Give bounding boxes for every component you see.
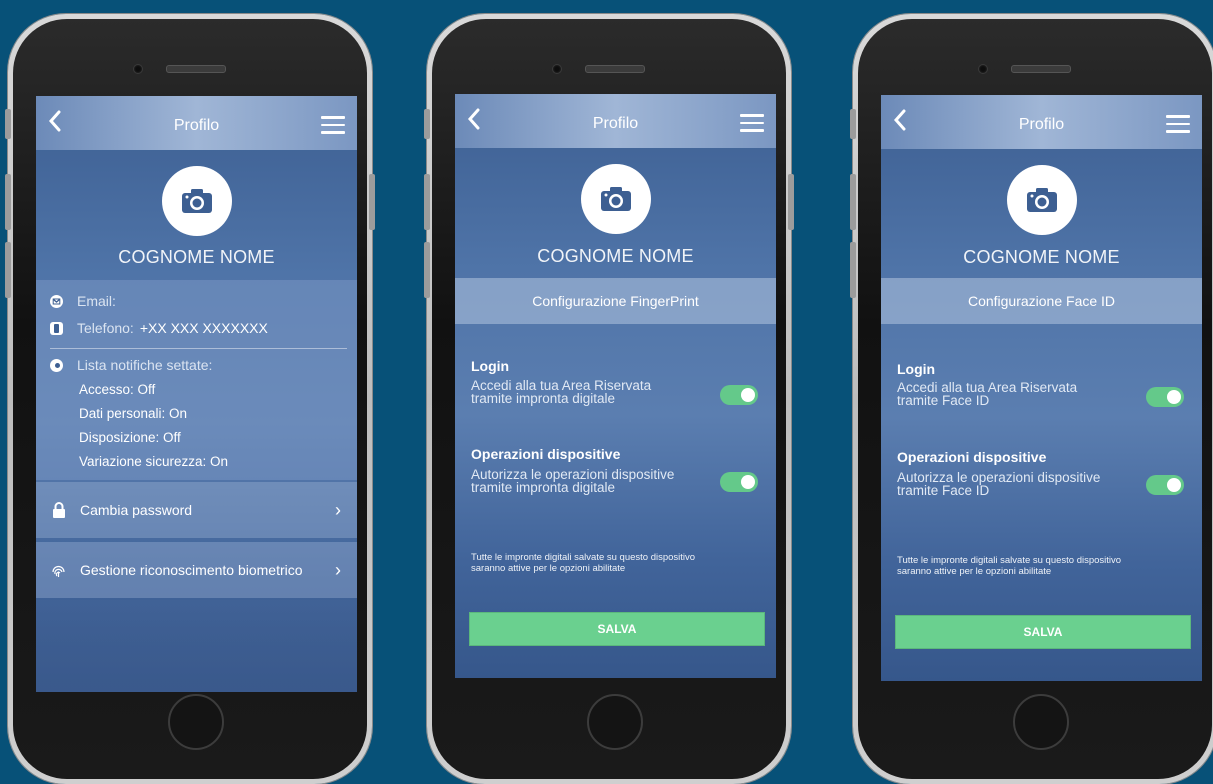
login-toggle[interactable]	[1146, 387, 1184, 407]
fingerprint-screen: Profilo COGNOME NOME Configurazione Fing…	[455, 94, 776, 678]
front-camera	[552, 64, 562, 74]
speaker-grille	[1011, 65, 1071, 73]
lock-icon	[53, 502, 65, 518]
home-button[interactable]	[587, 694, 643, 750]
save-button[interactable]: SALVA	[895, 615, 1191, 649]
notifications-row: Lista notifiche settate:	[50, 357, 212, 373]
speaker-grille	[585, 65, 645, 73]
user-name: COGNOME NOME	[537, 246, 694, 266]
biometric-label: Gestione riconoscimento biometrico	[80, 562, 303, 578]
operations-title: Operazioni dispositive	[471, 446, 621, 462]
toggle-icon	[50, 358, 63, 372]
top-bar: Profilo	[881, 95, 1202, 149]
page-title: Profilo	[173, 117, 220, 134]
fingerprint-icon	[52, 565, 65, 577]
envelope-icon	[50, 294, 63, 308]
avatar-camera-button[interactable]	[162, 166, 232, 236]
notification-item: Accesso: Off	[79, 382, 156, 397]
chevron-right-icon: ›	[335, 559, 341, 580]
login-title: Login	[897, 361, 936, 377]
page-title: Profilo	[1018, 116, 1065, 133]
info-panel	[36, 280, 357, 480]
notification-item: Disposizione: Off	[79, 430, 181, 445]
operations-toggle[interactable]	[720, 472, 758, 492]
operations-toggle[interactable]	[1146, 475, 1184, 495]
speaker-grille	[166, 65, 226, 73]
home-button[interactable]	[1013, 694, 1069, 750]
email-row: Email:	[50, 293, 116, 309]
menu-icon[interactable]	[740, 114, 764, 132]
avatar-camera-button[interactable]	[581, 164, 651, 234]
front-camera	[978, 64, 988, 74]
info-note: Tutte le impronte digitali salvate su qu…	[471, 552, 696, 574]
top-bar: Profilo	[455, 94, 776, 148]
user-name: COGNOME NOME	[963, 247, 1120, 267]
camera-icon	[182, 189, 212, 213]
login-title: Login	[471, 358, 510, 374]
camera-icon	[601, 187, 631, 211]
user-name: COGNOME NOME	[118, 247, 275, 267]
top-bar: Profilo	[36, 96, 357, 150]
smartphone-icon	[50, 321, 63, 335]
menu-icon[interactable]	[321, 116, 345, 134]
login-toggle[interactable]	[720, 385, 758, 405]
change-password-label: Cambia password	[80, 502, 193, 518]
menu-icon[interactable]	[1166, 115, 1190, 133]
email-label: Email:	[77, 293, 116, 309]
profile-screen: Profilo COGNOME NOME Email: Telefono: +X…	[36, 96, 357, 692]
phone-face-id: Profilo COGNOME NOME Configurazione Face…	[850, 14, 1213, 784]
phone-label: Telefono:	[77, 320, 134, 336]
change-password-row[interactable]: Cambia password ›	[36, 482, 357, 538]
biometric-row[interactable]: Gestione riconoscimento biometrico ›	[36, 542, 357, 598]
phone-profile: Profilo COGNOME NOME Email: Telefono: +X…	[5, 14, 375, 784]
avatar-camera-button[interactable]	[1007, 165, 1077, 235]
info-note: Tutte le impronte digitali salvate su qu…	[897, 555, 1122, 577]
notification-item: Variazione sicurezza: On	[79, 454, 229, 469]
chevron-right-icon: ›	[335, 499, 341, 520]
front-camera	[133, 64, 143, 74]
notifications-title: Lista notifiche settate:	[77, 357, 213, 373]
phone-value: +XX XXX XXXXXXX	[139, 320, 268, 336]
face-id-screen: Profilo COGNOME NOME Configurazione Face…	[881, 95, 1202, 681]
operations-description: Autorizza le operazioni dispositive trami…	[471, 467, 675, 495]
login-description: Accedi alla tua Area Riservata tramite im…	[471, 378, 652, 406]
notification-item: Dati personali: On	[79, 406, 188, 421]
section-header: Configurazione FingerPrint	[455, 278, 776, 324]
operations-title: Operazioni dispositive	[897, 449, 1047, 465]
phone-fingerprint: Profilo COGNOME NOME Configurazione Fing…	[424, 14, 794, 784]
page-title: Profilo	[592, 115, 639, 132]
bottom-fade	[36, 600, 357, 692]
save-button[interactable]: SALVA	[469, 612, 765, 646]
phone-row: Telefono: +XX XXX XXXXXXX	[50, 320, 268, 336]
camera-icon	[1027, 188, 1057, 212]
login-description: Accedi alla tua Area Riservata tramite Fa…	[897, 380, 1078, 408]
divider	[50, 348, 347, 349]
home-button[interactable]	[168, 694, 224, 750]
operations-description: Autorizza le operazioni dispositive trami…	[897, 470, 1101, 498]
section-header: Configurazione Face ID	[881, 278, 1202, 324]
